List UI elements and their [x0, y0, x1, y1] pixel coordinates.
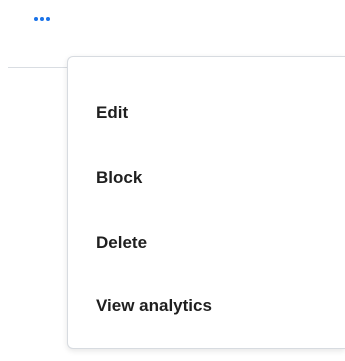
menu-item-view-analytics[interactable]: View analytics: [68, 286, 345, 326]
more-horizontal-icon: [34, 17, 50, 21]
dropdown-menu: Edit Block Delete View analytics: [67, 56, 345, 349]
more-options-button[interactable]: [30, 10, 54, 28]
dot: [46, 17, 50, 21]
menu-item-edit[interactable]: Edit: [68, 93, 345, 133]
dot: [34, 17, 38, 21]
page: Edit Block Delete View analytics: [0, 0, 345, 361]
menu-item-delete[interactable]: Delete: [68, 223, 345, 263]
menu-item-block[interactable]: Block: [68, 158, 345, 198]
dot: [40, 17, 44, 21]
